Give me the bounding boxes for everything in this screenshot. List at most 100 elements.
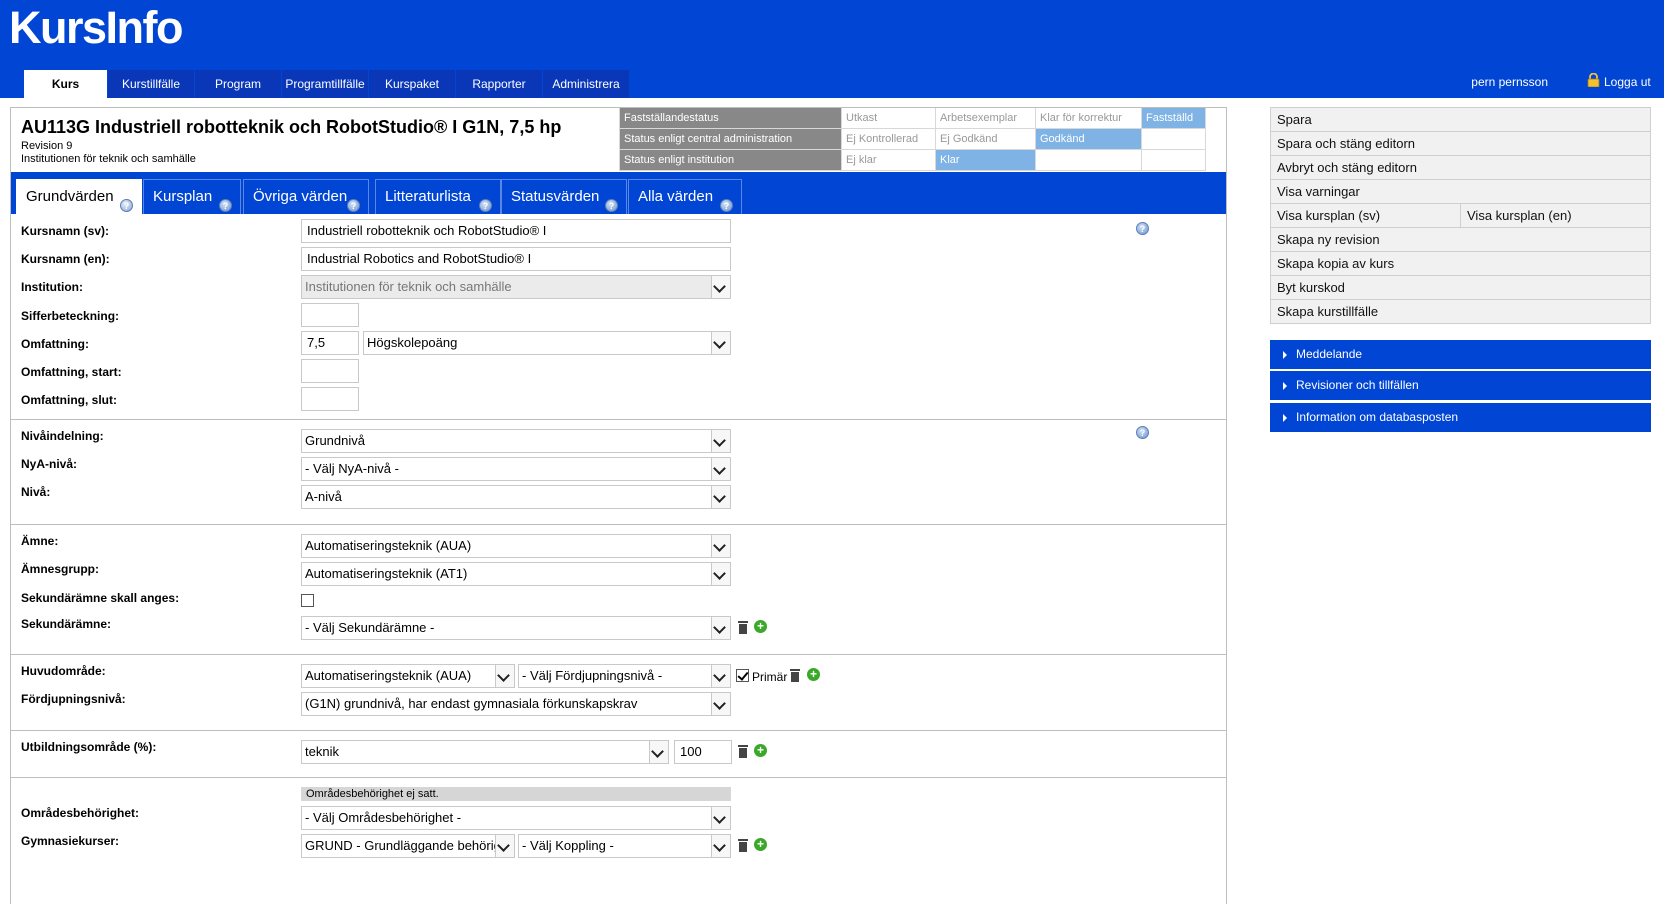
nav-item-administrera[interactable]: Administrera [543,70,630,98]
status-cell: Ej Godkänd [935,128,1036,150]
sifferbeteckning-input[interactable] [301,303,359,327]
amnesgrupp-select[interactable]: Automatiseringsteknik (AT1) [301,562,731,586]
chevron-down-icon [711,807,730,829]
add-icon[interactable]: + [754,620,767,633]
nav-item-kurs[interactable]: Kurs [24,70,108,98]
gymnasiekurser-select[interactable]: GRUND - Grundläggande behörighet [301,834,515,858]
help-icon[interactable]: ? [1136,426,1149,439]
label-niva: Nivå: [21,485,51,499]
tab-statusvarden[interactable]: Statusvärden ? [501,179,627,214]
trash-icon[interactable] [738,839,748,852]
kursnamn-sv-input[interactable]: Industriell robotteknik och RobotStudio®… [301,219,731,243]
section-education-area: Utbildningsområde (%): teknik 100 + [11,730,1226,778]
course-revision: Revision 9 [21,140,73,152]
status-cell [1141,149,1206,171]
add-icon[interactable]: + [754,838,767,851]
nav-item-program[interactable]: Program [195,70,282,98]
tab-label: Litteraturlista [385,188,471,205]
primar-label: Primär [752,670,788,684]
visa-kursplan-sv-button[interactable]: Visa kursplan (sv) [1270,203,1461,228]
label-amnesgrupp: Ämnesgrupp: [21,562,99,576]
status-cell-active: Fastställd [1141,108,1206,129]
visa-varningar-button[interactable]: Visa varningar [1270,179,1651,204]
tab-ovriga-varden[interactable]: Övriga värden ? [243,179,369,214]
add-icon[interactable]: + [807,668,820,681]
lock-icon[interactable] [1587,73,1600,87]
accordion-meddelande[interactable]: Meddelande [1270,340,1651,369]
koppling-select[interactable]: - Välj Koppling - [518,834,731,858]
label-omfattning-slut: Omfattning, slut: [21,393,117,407]
sekundaramne-skall-checkbox[interactable] [301,594,314,607]
accordion-databasposten[interactable]: Information om databasposten [1270,403,1651,432]
nav-item-kurstillfalle[interactable]: Kurstillfälle [108,70,195,98]
tab-alla-varden[interactable]: Alla värden ? [628,179,742,214]
label-utbildningsomrade: Utbildningsområde (%): [21,740,157,754]
primar-checkbox[interactable] [736,669,749,682]
nya-niva-select[interactable]: - Välj NyA-nivå - [301,457,731,481]
omfattning-unit-value: Högskolepoäng [367,335,458,350]
kursnamn-en-input[interactable]: Industrial Robotics and RobotStudio® I [301,247,731,271]
chevron-down-icon [711,486,730,508]
utbildningsomrade-select[interactable]: teknik [301,740,669,764]
omfattning-slut-input[interactable] [301,387,359,411]
omfattning-unit-select[interactable]: Högskolepoäng [363,331,731,355]
institution-select[interactable]: Institutionen för teknik och samhälle [301,275,731,299]
spara-button[interactable]: Spara [1270,107,1651,132]
status-cell: Klar för korrektur [1035,108,1142,129]
byt-kurskod-button[interactable]: Byt kurskod [1270,275,1651,300]
amne-value: Automatiseringsteknik (AUA) [305,538,472,553]
omfattning-input[interactable]: 7,5 [301,331,359,355]
label-kursnamn-sv: Kursnamn (sv): [21,224,110,238]
gymnasiekurser-value: GRUND - Grundläggande behörighet [305,838,515,853]
label-omradesbehorighet: Områdesbehörighet: [21,806,140,820]
niva-select[interactable]: A-nivå [301,485,731,509]
label-nya-niva: NyA-nivå: [21,457,78,471]
tab-label: Grundvärden [26,188,114,205]
fordjupning-select[interactable]: - Välj Fördjupningsnivå - [518,664,731,688]
help-icon[interactable]: ? [1136,222,1149,235]
tab-label: Kursplan [153,188,213,205]
nav-item-rapporter[interactable]: Rapporter [456,70,543,98]
status-row-label: Fastställandestatus [619,108,842,129]
sekundaramne-value: - Välj Sekundärämne - [305,620,435,635]
accordion-revisioner[interactable]: Revisioner och tillfällen [1270,371,1651,400]
spara-och-stang-button[interactable]: Spara och stäng editorn [1270,131,1651,156]
trash-icon[interactable] [738,745,748,758]
tab-litteraturlista[interactable]: Litteraturlista ? [375,179,501,214]
amnesgrupp-value: Automatiseringsteknik (AT1) [305,566,468,581]
logout-link[interactable]: Logga ut [1604,75,1651,89]
nav-item-kurspaket[interactable]: Kurspaket [369,70,456,98]
add-icon[interactable]: + [754,744,767,757]
top-bar: KursInfo Kurs Kurstillfälle Program Prog… [0,0,1664,98]
fordjupningsniva-select[interactable]: (G1N) grundnivå, har endast gymnasiala f… [301,692,731,716]
tab-kursplan[interactable]: Kursplan ? [143,179,241,214]
omfattning-start-input[interactable] [301,359,359,383]
chevron-down-icon [711,430,730,452]
section-basic: ? Kursnamn (sv): Industriell robotteknik… [11,214,1226,420]
skapa-ny-revision-button[interactable]: Skapa ny revision [1270,227,1651,252]
status-cell [1141,128,1206,150]
fordjupningsniva-value: (G1N) grundnivå, har endast gymnasiala f… [305,696,638,711]
label-amne: Ämne: [21,534,59,548]
visa-kursplan-en-button[interactable]: Visa kursplan (en) [1460,203,1651,228]
avbryt-och-stang-button[interactable]: Avbryt och stäng editorn [1270,155,1651,180]
utbildningsomrade-percent-input[interactable]: 100 [674,740,732,764]
status-cell: Utkast [841,108,936,129]
huvudomrade-select[interactable]: Automatiseringsteknik (AUA) [301,664,515,688]
status-cell-active: Klar [935,149,1036,171]
skapa-kopia-button[interactable]: Skapa kopia av kurs [1270,251,1651,276]
amne-select[interactable]: Automatiseringsteknik (AUA) [301,534,731,558]
sekundaramne-select[interactable]: - Välj Sekundärämne - [301,616,731,640]
course-editor: AU113G Industriell robotteknik och Robot… [10,107,1227,904]
label-sekundaramne-skall: Sekundärämne skall anges: [21,591,180,605]
tab-grundvarden[interactable]: Grundvärden ? [16,179,142,214]
trash-icon[interactable] [790,669,800,682]
nav-item-programtillfalle[interactable]: Programtillfälle [282,70,369,98]
skapa-kurstillfalle-button[interactable]: Skapa kurstillfälle [1270,299,1651,324]
course-institution: Institutionen för teknik och samhälle [21,153,196,165]
trash-icon[interactable] [738,621,748,634]
nivaindelning-select[interactable]: Grundnivå [301,429,731,453]
utbildningsomrade-value: teknik [305,744,339,759]
omradesbehorighet-select[interactable]: - Välj Områdesbehörighet - [301,806,731,830]
chevron-down-icon [711,617,730,639]
